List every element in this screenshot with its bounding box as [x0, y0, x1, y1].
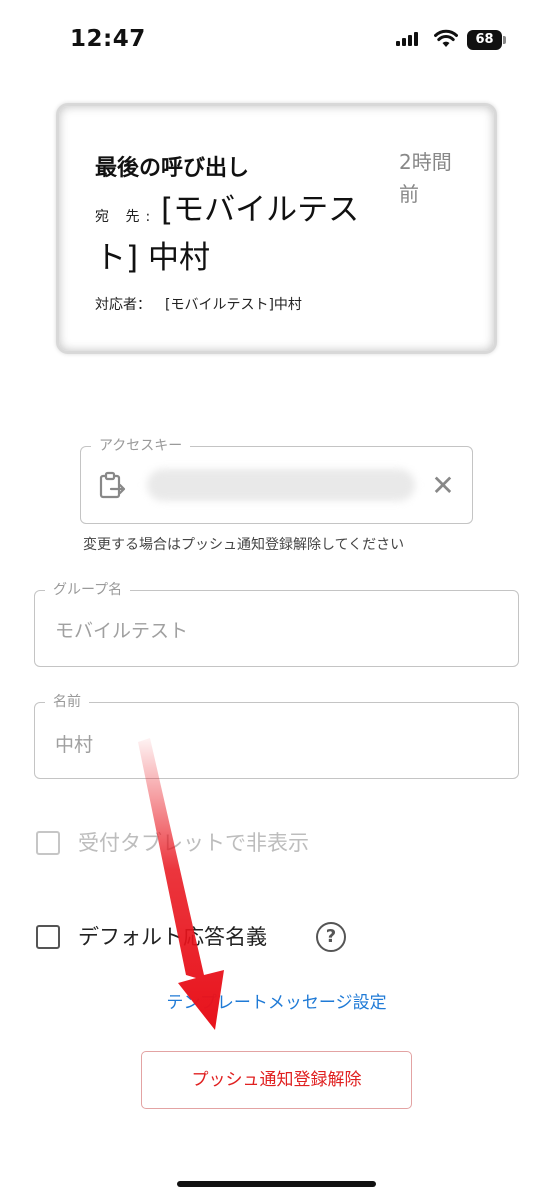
- access-key-label: アクセスキー: [91, 437, 191, 455]
- clipboard-paste-icon[interactable]: [97, 471, 127, 501]
- group-name-label: グループ名: [45, 581, 131, 599]
- call-card-title: 最後の呼び出し: [95, 156, 250, 181]
- status-time: 12:47: [70, 26, 146, 52]
- unregister-push-button[interactable]: プッシュ通知登録解除: [141, 1051, 412, 1109]
- call-to-value: [モバイルテスト] 中村: [95, 192, 360, 276]
- name-value: 中村: [55, 734, 94, 756]
- last-call-card: 最後の呼び出し 2時間前 [モバイルテスト] 中村 宛 先: 対応者： [モバイ…: [56, 103, 497, 354]
- default-responder-label[interactable]: デフォルト応答名義: [78, 922, 267, 952]
- default-responder-checkbox[interactable]: [36, 925, 60, 949]
- access-key-helper-text: 変更する場合はプッシュ通知登録解除してください: [83, 537, 405, 553]
- status-bar: 12:47 68: [0, 0, 553, 80]
- home-indicator: [177, 1181, 376, 1187]
- signal-icon: [396, 32, 422, 46]
- call-handler-label: 対応者：: [95, 297, 151, 313]
- wifi-icon: [434, 29, 458, 47]
- battery-level: 68: [467, 30, 502, 50]
- call-time-ago: 2時間前: [399, 150, 452, 206]
- name-field[interactable]: 名前 中村: [34, 693, 519, 779]
- name-label: 名前: [45, 693, 89, 711]
- close-icon[interactable]: ✕: [428, 471, 458, 501]
- call-handler-value: [モバイルテスト]中村: [165, 297, 302, 313]
- access-key-value[interactable]: ​: [147, 469, 415, 501]
- battery-icon: 68: [467, 30, 507, 50]
- hide-on-tablet-checkbox: [36, 831, 60, 855]
- group-name-field[interactable]: グループ名 モバイルテスト: [34, 581, 519, 667]
- help-icon[interactable]: ?: [316, 922, 346, 952]
- group-name-value: モバイルテスト: [55, 620, 189, 642]
- template-message-settings-link[interactable]: テンプレートメッセージ設定: [0, 988, 553, 1013]
- call-to-label: 宛 先:: [95, 209, 157, 225]
- hide-on-tablet-label: 受付タブレットで非表示: [78, 831, 309, 855]
- access-key-field[interactable]: アクセスキー ​ ✕: [80, 437, 473, 524]
